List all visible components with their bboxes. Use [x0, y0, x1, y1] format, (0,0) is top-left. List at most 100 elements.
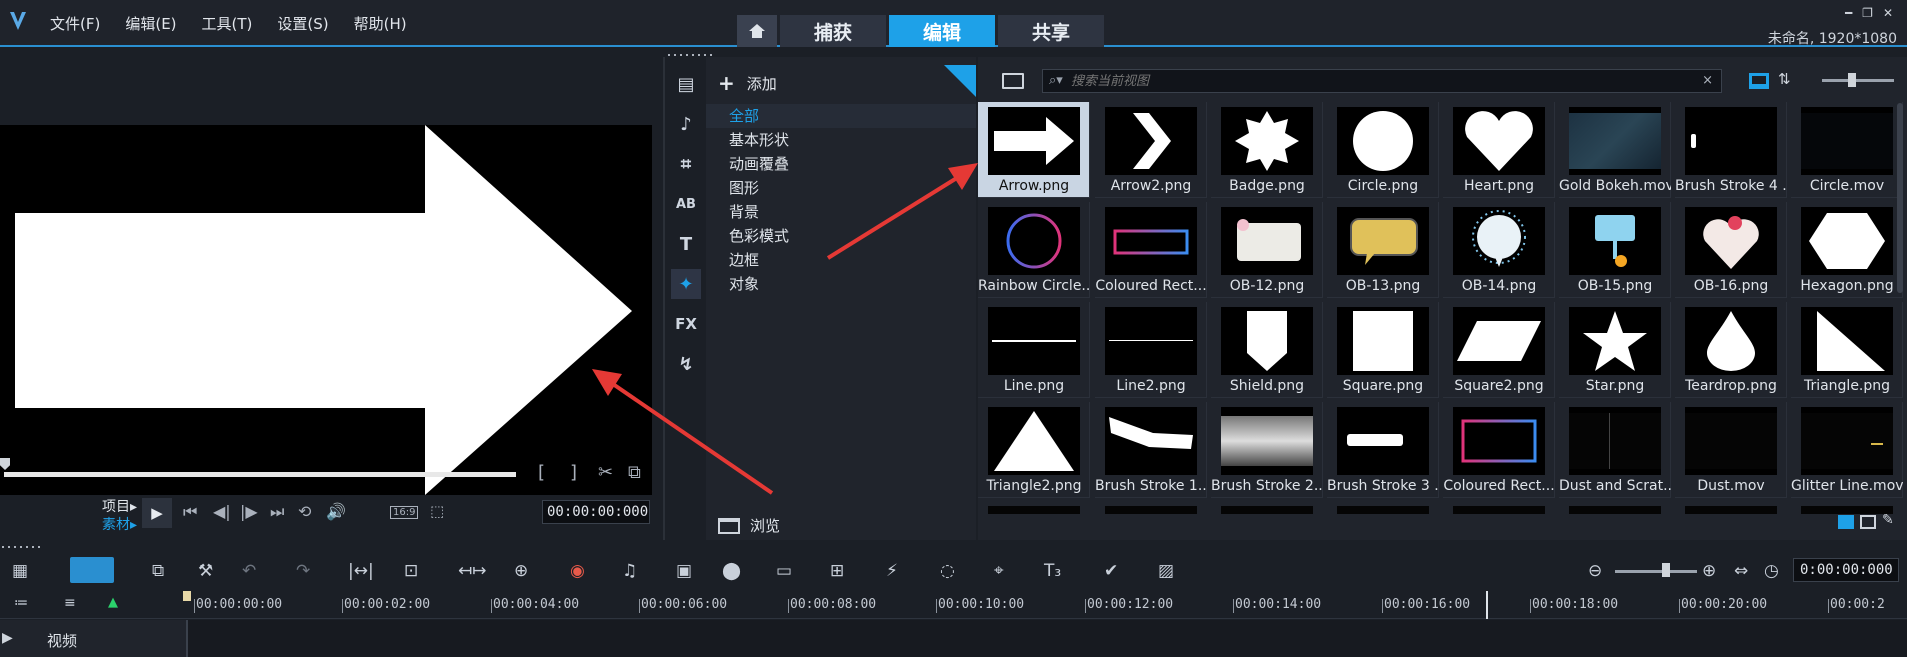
next-frame-icon[interactable]: |▶: [240, 502, 258, 521]
add-category-button[interactable]: + 添加: [718, 71, 777, 95]
library-item-partial[interactable]: [1685, 506, 1777, 514]
category-frames[interactable]: 边框: [706, 248, 976, 272]
library-item[interactable]: Dust and Scrat...: [1559, 402, 1671, 498]
repeat-icon[interactable]: ⟲: [298, 502, 311, 521]
crop-icon[interactable]: ⬚: [430, 502, 444, 520]
close-icon[interactable]: ✕: [1883, 6, 1893, 20]
morph-icon[interactable]: ◌: [940, 561, 955, 581]
library-item-partial[interactable]: [1105, 506, 1197, 514]
library-item-partial[interactable]: [1221, 506, 1313, 514]
minimize-icon[interactable]: ━: [1845, 6, 1852, 20]
path-icon[interactable]: ↯: [671, 349, 701, 379]
library-item[interactable]: Badge.png: [1211, 102, 1323, 198]
library-item[interactable]: Gold Bokeh.mov: [1559, 102, 1671, 198]
mark-in-icon[interactable]: [: [538, 462, 545, 483]
library-item[interactable]: Brush Stroke 3 ...: [1327, 402, 1439, 498]
scissors-icon[interactable]: ✂: [598, 462, 613, 483]
redo-icon[interactable]: ↷: [296, 561, 310, 581]
drag-handle[interactable]: [0, 545, 40, 549]
library-item[interactable]: OB-13.png: [1327, 202, 1439, 298]
library-item[interactable]: Shield.png: [1211, 302, 1323, 398]
fit-project-icon[interactable]: |↔|: [348, 561, 374, 581]
library-item[interactable]: Hexagon.png: [1791, 202, 1903, 298]
menu-file[interactable]: 文件(F): [50, 13, 100, 34]
folder-icon[interactable]: [1002, 73, 1024, 89]
pin-icon[interactable]: [944, 65, 976, 97]
category-animated-overlay[interactable]: 动画覆叠: [706, 152, 976, 176]
library-item-partial[interactable]: [988, 506, 1080, 514]
paint-icon[interactable]: ✔: [1104, 561, 1118, 581]
home-button[interactable]: [737, 15, 777, 47]
detail-view-icon[interactable]: [1860, 515, 1876, 529]
timeline-timecode[interactable]: 0:00:00:000: [1793, 558, 1899, 582]
library-item[interactable]: Teardrop.png: [1675, 302, 1787, 398]
browse-button[interactable]: 浏览: [718, 515, 780, 536]
zoom-out-icon[interactable]: ⊖: [1588, 561, 1602, 581]
library-item[interactable]: OB-15.png: [1559, 202, 1671, 298]
audio-icon[interactable]: ♪: [671, 109, 701, 139]
timeline-view-icon[interactable]: [70, 557, 114, 583]
record-icon[interactable]: ◉: [570, 561, 585, 581]
library-item[interactable]: Rainbow Circle...: [978, 202, 1090, 298]
category-basic-shapes[interactable]: 基本形状: [706, 128, 976, 152]
library-item[interactable]: Brush Stroke 4 ...: [1675, 102, 1787, 198]
library-item[interactable]: Arrow.png: [978, 102, 1090, 198]
prev-frame-icon[interactable]: ◀|: [213, 502, 231, 521]
instant-project-icon[interactable]: ⌗: [671, 149, 701, 179]
timeline-ruler[interactable]: ≔ ≡ ▲ 00:00:00:00 00:00:02:00 00:00:04:00 0…: [0, 591, 1907, 619]
playhead-icon[interactable]: [183, 591, 191, 601]
category-objects[interactable]: 对象: [706, 272, 976, 296]
screen-record-icon[interactable]: ▨: [1158, 561, 1174, 581]
chapter-icon[interactable]: ≡: [64, 595, 76, 611]
play-button[interactable]: ▶: [142, 498, 172, 528]
sort-icon[interactable]: ⇅: [1778, 70, 1791, 88]
undo-icon[interactable]: ↶: [242, 561, 256, 581]
trim-icon[interactable]: ↤↦: [458, 561, 487, 581]
storyboard-view-icon[interactable]: ▦: [12, 561, 28, 581]
library-item[interactable]: Square.png: [1327, 302, 1439, 398]
zoom-in-icon[interactable]: ⊕: [1702, 561, 1716, 581]
category-all[interactable]: 全部: [706, 104, 976, 128]
library-item[interactable]: Triangle2.png: [978, 402, 1090, 498]
video-track[interactable]: ▶ 视频: [0, 620, 1907, 657]
category-color-pattern[interactable]: 色彩模式: [706, 224, 976, 248]
library-item[interactable]: OB-14.png: [1443, 202, 1555, 298]
library-item[interactable]: Glitter Line.mov: [1791, 402, 1903, 498]
tab-share[interactable]: 共享: [998, 15, 1104, 47]
library-item-partial[interactable]: [1801, 506, 1893, 514]
motion-icon[interactable]: ⚡: [886, 561, 898, 581]
thumbnail-size-slider[interactable]: [1822, 79, 1894, 82]
library-item[interactable]: Brush Stroke 2....: [1211, 402, 1323, 498]
tools-icon[interactable]: ⚒: [198, 561, 213, 581]
caption-icon[interactable]: ▭: [776, 561, 792, 581]
end-icon[interactable]: ⏭: [270, 502, 284, 522]
zoom-slider[interactable]: [1615, 570, 1697, 573]
library-item[interactable]: Arrow2.png: [1095, 102, 1207, 198]
library-item[interactable]: Circle.png: [1327, 102, 1439, 198]
library-item[interactable]: Coloured Rect...: [1443, 402, 1555, 498]
menu-tools[interactable]: 工具(T): [202, 13, 253, 34]
transition-icon[interactable]: AB: [671, 189, 701, 219]
category-background[interactable]: 背景: [706, 200, 976, 224]
project-mode-label[interactable]: 项目▸: [102, 496, 137, 516]
expand-icon[interactable]: ⊕: [514, 561, 528, 581]
overlay-icon[interactable]: ✦: [671, 269, 701, 299]
library-item[interactable]: Coloured Rect...: [1095, 202, 1207, 298]
library-item[interactable]: OB-12.png: [1211, 202, 1323, 298]
menu-help[interactable]: 帮助(H): [354, 13, 407, 34]
library-item-partial[interactable]: [1569, 506, 1661, 514]
aspect-ratio-button[interactable]: 16:9: [390, 506, 419, 519]
tab-capture[interactable]: 捕获: [780, 15, 886, 47]
multicam-icon[interactable]: ▣: [676, 561, 692, 581]
library-item[interactable]: Heart.png: [1443, 102, 1555, 198]
scrub-bar[interactable]: [4, 472, 516, 477]
marker-icon[interactable]: ▲: [108, 595, 118, 610]
library-scrollbar[interactable]: [1897, 103, 1903, 293]
media-icon[interactable]: ▤: [671, 69, 701, 99]
library-item-partial[interactable]: [1453, 506, 1545, 514]
edit-library-icon[interactable]: ✎: [1882, 512, 1894, 528]
tab-edit[interactable]: 编辑: [889, 15, 995, 47]
library-item[interactable]: OB-16.png: [1675, 202, 1787, 298]
title-icon[interactable]: T: [671, 229, 701, 259]
copy-attribute-icon[interactable]: ⧉: [152, 561, 164, 581]
